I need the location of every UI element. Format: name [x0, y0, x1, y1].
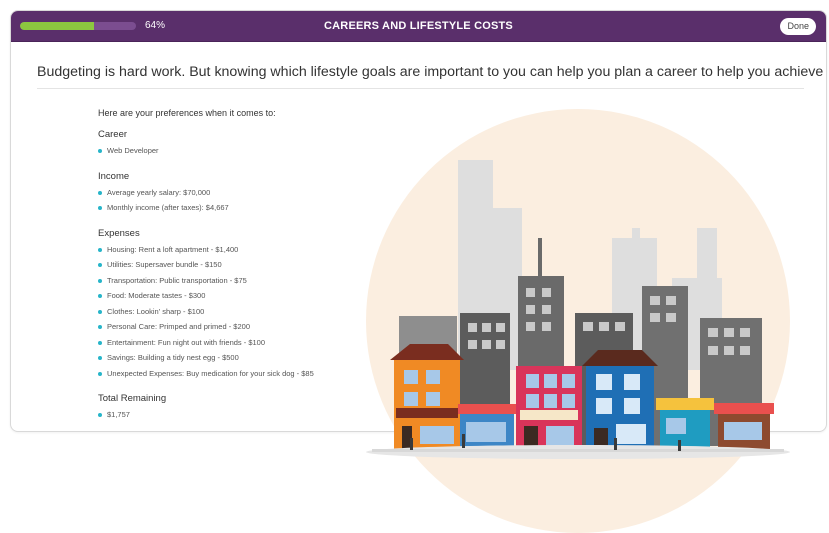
list-item: Transportation: Public transportation - … [98, 276, 398, 292]
street-curb [372, 449, 784, 452]
list-item: Web Developer [98, 146, 398, 162]
total-remaining-heading: Total Remaining [98, 393, 167, 404]
list-item: Entertainment: Fun night out with friend… [98, 338, 398, 354]
list-item: Unexpected Expenses: Buy medication for … [98, 369, 398, 385]
list-item: Housing: Rent a loft apartment - $1,400 [98, 245, 398, 261]
intro-text: Budgeting is hard work. But knowing whic… [37, 64, 827, 80]
top-bar: 64% CAREERS AND LIFESTYLE COSTS Done [11, 11, 826, 42]
shop-awning-left [458, 404, 516, 451]
list-item: Food: Moderate tastes - $300 [98, 291, 398, 307]
list-item: $1,757 [98, 410, 398, 426]
expenses-list: Housing: Rent a loft apartment - $1,400 … [98, 245, 398, 385]
shop-blue [582, 350, 658, 451]
list-item: Clothes: Lookin' sharp - $100 [98, 307, 398, 323]
shop-orange [390, 344, 464, 451]
expenses-heading: Expenses [98, 227, 140, 239]
list-item: Personal Care: Primped and primed - $200 [98, 322, 398, 338]
list-item: Average yearly salary: $70,000 [98, 188, 398, 204]
preferences-summary: Here are your preferences when it comes … [98, 108, 398, 431]
divider [37, 88, 804, 89]
income-heading: Income [98, 170, 130, 182]
list-item: Savings: Building a tidy nest egg - $500 [98, 353, 398, 369]
city-street-illustration [366, 109, 790, 533]
list-item: Monthly income (after taxes): $4,667 [98, 203, 398, 219]
career-list: Web Developer [98, 146, 398, 162]
shop-right [714, 403, 774, 451]
shop-yellow [656, 398, 714, 451]
list-item: Utilities: Supersaver bundle - $150 [98, 260, 398, 276]
preferences-lead: Here are your preferences when it comes … [98, 108, 276, 118]
total-remaining-list: $1,757 [98, 410, 398, 426]
page-title: CAREERS AND LIFESTYLE COSTS [324, 20, 513, 32]
career-heading: Career [98, 129, 128, 140]
done-button[interactable]: Done [780, 18, 816, 35]
shop-pink [516, 366, 582, 451]
income-list: Average yearly salary: $70,000 Monthly i… [98, 188, 398, 219]
